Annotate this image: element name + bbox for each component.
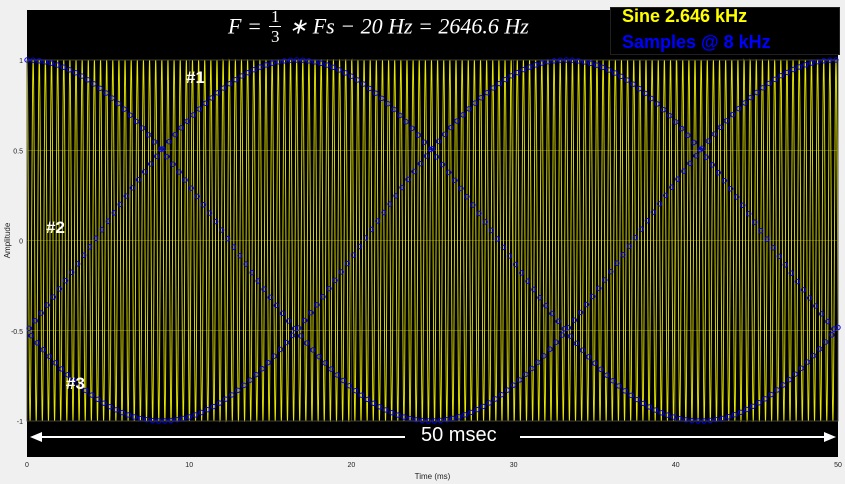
duration-label: 50 msec (413, 424, 505, 447)
curve-label-2: #2 (46, 218, 65, 237)
x-tick-label-1: 10 (185, 462, 193, 469)
x-tick-label-2: 20 (348, 462, 356, 469)
y-axis-label: Amplitude (3, 222, 12, 258)
x-tick-label-3: 30 (510, 462, 518, 469)
y-tick-label-3: 0.5 (13, 148, 23, 155)
x-tick-label-4: 40 (672, 462, 680, 469)
formula-annotation: F = 1 3 ∗ Fs − 20 Hz = 2646.6 Hz (228, 8, 608, 52)
y-tick-label-1: -0.5 (11, 329, 23, 336)
formula-numerator: 1 (271, 7, 280, 26)
y-tick-label-4: 1 (19, 58, 23, 65)
formula-rhs: ∗ Fs − 20 Hz = 2646.6 Hz (288, 13, 529, 39)
formula-fraction: 1 3 (269, 7, 282, 46)
formula-lhs: F = (228, 13, 262, 39)
curve-label-3: #3 (66, 374, 85, 393)
chart-plot: -1-0.500.510 10 20 30 40 50Time (ms)Amplitude (3, 10, 842, 481)
x-tick-label-5: 50 (834, 462, 842, 469)
chart-figure: -1 -0.5 0 0.5 1 0 10 20 30 40 50 Time (ms) Amplitude… (0, 0, 845, 484)
x-axis-label: Time (ms) (415, 472, 451, 481)
y-tick-label-0: -1 (17, 419, 23, 426)
legend-entry-samples: Samples @ 8 kHz (622, 32, 771, 52)
formula-denominator: 3 (271, 27, 280, 46)
x-tick-label-0: 0 (25, 462, 29, 469)
curve-label-1: #1 (186, 68, 205, 87)
y-tick-label-2: 0 (19, 239, 23, 246)
legend-entry-signal: Sine 2.646 kHz (622, 6, 748, 26)
